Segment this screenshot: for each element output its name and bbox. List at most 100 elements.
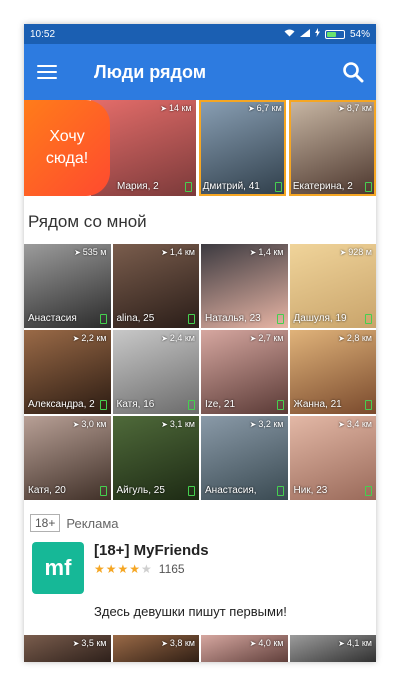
distance-label: ➤ 3,1 км [161, 419, 195, 429]
online-phone-icon [276, 400, 284, 410]
distance-label: ➤ 2,7 км [249, 333, 284, 343]
distance-label: ➤ 3,4 км [338, 419, 372, 429]
online-phone-icon [99, 486, 107, 496]
online-phone-icon [365, 400, 372, 410]
distance-label: ➤ 1,4 км [249, 247, 284, 257]
location-arrow-icon: ➤ [249, 419, 257, 429]
profile-name: Катя, 20 [28, 485, 66, 496]
location-arrow-icon: ➤ [161, 333, 168, 343]
location-arrow-icon: ➤ [338, 103, 345, 113]
featured-profile[interactable]: ➤ 8,7 км Екатерина, 2 [288, 100, 376, 196]
profile-tile[interactable]: ➤ 928 м Дашуля, 19 [289, 244, 376, 328]
location-arrow-icon: ➤ [74, 247, 81, 257]
page-title: Люди рядом [94, 61, 207, 82]
distance-label: ➤ 2,8 км [338, 333, 372, 343]
profile-name: Ize, 21 [205, 399, 236, 410]
online-phone-icon [99, 400, 107, 410]
profile-name: Ник, 23 [293, 485, 328, 496]
want-here-button[interactable]: Хочу сюда! [24, 100, 110, 196]
distance-label: ➤ 3,2 км [249, 419, 284, 429]
online-phone-icon [274, 182, 282, 192]
status-time: 10:52 [30, 28, 56, 40]
ad-app-name[interactable]: [18+] MyFriends [94, 542, 209, 559]
ad-info: [18+] MyFriends ★★★★★ 1165 [94, 542, 209, 594]
distance-label: ➤ 1,4 км [161, 247, 195, 257]
featured-strip: Хочу сюда! ➤ 14 км Мария, 2 ➤ 6,7 км Дмитр… [24, 100, 376, 196]
profile-tile[interactable]: ➤ 2,7 км Ize, 21 [201, 330, 288, 414]
profile-tile[interactable]: ➤ 4,1 км [289, 635, 376, 662]
ad-header: 18+ Реклама [30, 514, 376, 532]
charging-icon [314, 28, 320, 40]
ad-card[interactable]: mf [18+] MyFriends ★★★★★ 1165 [24, 542, 376, 594]
profile-tile[interactable]: ➤ 2,2 км Александра, 2 [24, 330, 111, 414]
profile-tile[interactable]: ➤ 2,8 км Жанна, 21 [289, 330, 376, 414]
profile-name: Екатерина, 2 [292, 181, 353, 192]
location-arrow-icon: ➤ [72, 333, 80, 343]
location-arrow-icon: ➤ [249, 247, 257, 257]
distance-label: ➤ 4,0 км [249, 638, 284, 648]
profile-name: Дашуля, 19 [293, 313, 347, 324]
online-phone-icon [188, 400, 195, 410]
location-arrow-icon: ➤ [338, 419, 345, 429]
profile-name: Жанна, 21 [293, 399, 342, 410]
ad-description: Здесь девушки пишут первыми! [94, 604, 287, 619]
distance-label: ➤ 3,0 км [72, 419, 107, 429]
location-arrow-icon: ➤ [161, 247, 168, 257]
online-phone-icon [188, 486, 195, 496]
profile-tile[interactable]: ➤ 4,0 км [201, 635, 288, 662]
menu-icon[interactable] [37, 65, 57, 79]
ad-label: Реклама [66, 515, 119, 531]
wifi-icon [284, 29, 295, 40]
profile-name: Катя, 16 [116, 399, 155, 410]
ad-rating: ★★★★★ 1165 [94, 562, 209, 576]
distance-label: ➤ 3,8 км [161, 638, 195, 648]
profile-tile[interactable]: ➤ 1,4 км alina, 25 [112, 244, 199, 328]
online-phone-icon [276, 486, 284, 496]
profile-tile[interactable]: ➤ 3,8 км [112, 635, 199, 662]
app-logo[interactable]: mf [32, 542, 84, 594]
location-arrow-icon: ➤ [338, 638, 345, 648]
nearby-grid: ➤ 535 м Анастасия ➤ 1,4 км alina, 25 ➤ 1,4 … [24, 244, 376, 500]
profile-tile[interactable]: ➤ 3,5 км [24, 635, 111, 662]
distance-label: ➤ 8,7 км [338, 103, 372, 113]
online-phone-icon [365, 314, 372, 324]
distance-label: ➤ 4,1 км [338, 638, 372, 648]
search-icon[interactable] [342, 61, 364, 83]
online-phone-icon [365, 486, 372, 496]
profile-name: Наталья, 23 [205, 313, 261, 324]
online-phone-icon [276, 314, 284, 324]
star-rating-icon: ★★★★★ [94, 562, 153, 576]
location-arrow-icon: ➤ [160, 103, 167, 113]
profile-tile[interactable]: ➤ 535 м Анастасия [24, 244, 111, 328]
profile-name: Александра, 2 [28, 399, 95, 410]
profile-name: Анастасия, [205, 485, 257, 496]
distance-label: ➤ 14 км [160, 103, 192, 113]
age-badge: 18+ [30, 514, 61, 532]
profile-name: Дмитрий, 41 [202, 181, 260, 192]
online-phone-icon [99, 314, 107, 324]
distance-label: ➤ 928 м [339, 247, 372, 257]
location-arrow-icon: ➤ [72, 638, 80, 648]
rating-count: 1165 [158, 562, 185, 576]
distance-label: ➤ 6,7 км [247, 103, 282, 113]
profile-tile[interactable]: ➤ 3,0 км Катя, 20 [24, 416, 111, 500]
location-arrow-icon: ➤ [338, 333, 345, 343]
profile-tile[interactable]: ➤ 3,2 км Анастасия, [201, 416, 288, 500]
online-phone-icon [365, 182, 372, 192]
online-phone-icon [188, 314, 195, 324]
profile-tile[interactable]: ➤ 2,4 км Катя, 16 [112, 330, 199, 414]
featured-profile[interactable]: ➤ 6,7 км Дмитрий, 41 [198, 100, 286, 196]
battery-percent: 54% [349, 28, 370, 40]
distance-label: ➤ 2,2 км [72, 333, 107, 343]
profile-tile[interactable]: ➤ 1,4 км Наталья, 23 [201, 244, 288, 328]
profile-tile[interactable]: ➤ 3,4 км Ник, 23 [289, 416, 376, 500]
battery-icon [324, 29, 345, 39]
profile-name: Анастасия [28, 313, 77, 324]
distance-label: ➤ 2,4 км [161, 333, 195, 343]
location-arrow-icon: ➤ [339, 247, 347, 257]
nearby-grid-continued: ➤ 3,5 км ➤ 3,8 км ➤ 4,0 км ➤ 4,1 км [24, 635, 376, 662]
online-phone-icon [184, 182, 192, 192]
status-bar: 10:52 54% [24, 24, 376, 44]
location-arrow-icon: ➤ [249, 638, 257, 648]
profile-tile[interactable]: ➤ 3,1 км Айгуль, 25 [112, 416, 199, 500]
